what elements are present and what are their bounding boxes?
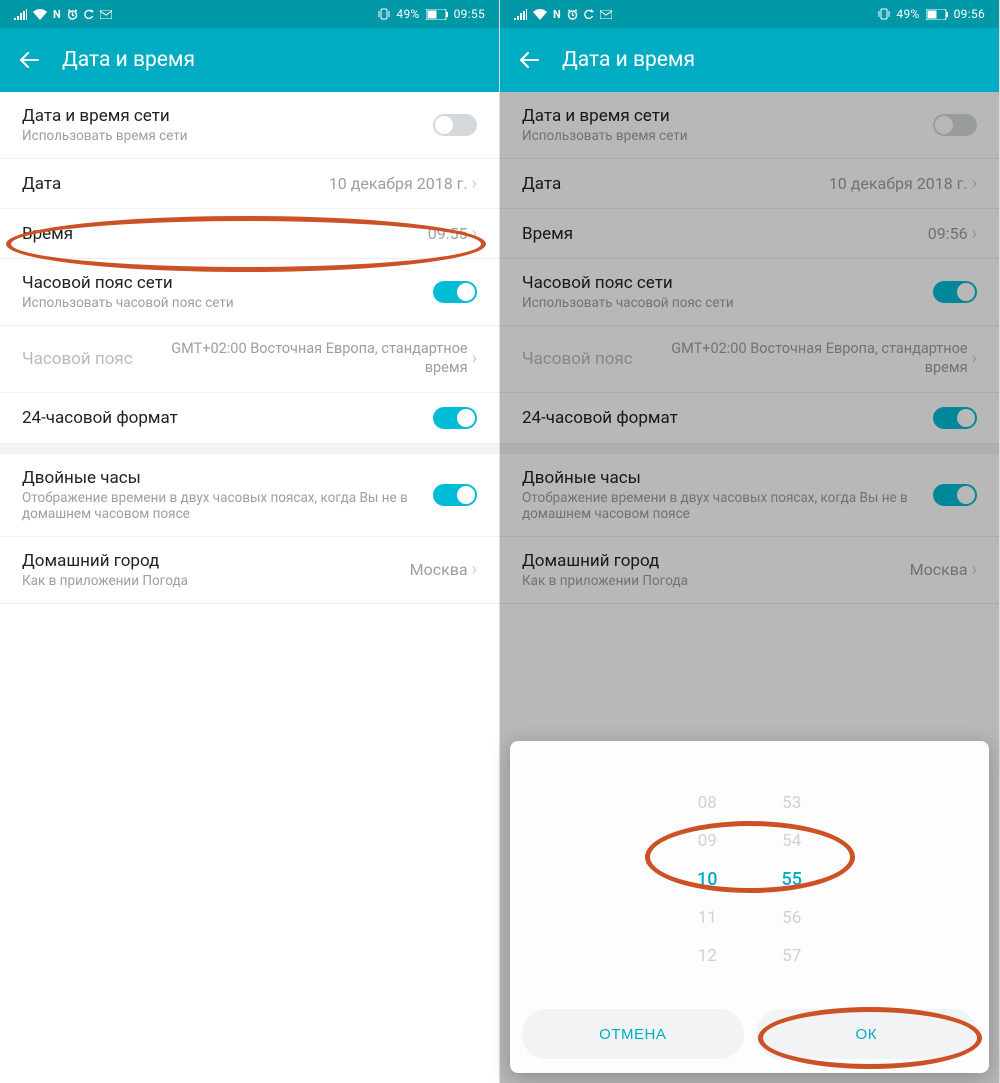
row-value: 09:55 [428,224,468,243]
signal-icon [514,9,527,20]
app-header: Дата и время [0,28,499,92]
minute-option[interactable]: 53 [782,793,801,813]
row-date[interactable]: Дата 10 декабря 2018 г. › [0,159,499,209]
row-title: Часовой пояс сети [22,273,433,293]
app-header: Дата и время [500,28,999,92]
status-bar: N 49% 09:56 [500,0,999,28]
minute-option[interactable]: 57 [782,946,801,966]
chevron-right-icon: › [472,559,477,580]
battery-percent: 49% [896,7,919,21]
wifi-icon [33,9,47,20]
row-title: Дата и время сети [22,106,433,126]
status-time: 09:56 [954,7,985,21]
settings-list: Дата и время сети Использовать время сет… [0,92,499,1083]
time-picker-sheet: 08 09 10 11 12 53 54 55 56 57 ОТМЕНА ОК [510,741,989,1073]
minute-option[interactable]: 54 [782,831,801,851]
hour-option[interactable]: 12 [698,946,717,966]
mail-icon [600,10,612,19]
row-timezone: Часовой пояс GMT+02:00 Восточная Европа,… [0,326,499,393]
minute-wheel[interactable]: 53 54 55 56 57 [782,759,802,999]
row-home-city[interactable]: Домашний город Как в приложении Погода М… [0,537,499,604]
hour-wheel[interactable]: 08 09 10 11 12 [697,759,717,999]
row-network-time[interactable]: Дата и время сети Использовать время сет… [0,92,499,159]
page-title: Дата и время [562,48,695,72]
vibrate-icon [878,8,890,20]
alarm-icon [567,9,578,20]
toggle-network-time[interactable] [433,114,477,136]
hour-option[interactable]: 09 [698,831,717,851]
row-title: Дата [22,174,329,194]
row-title: 24-часовой формат [22,408,433,428]
row-tz-network[interactable]: Часовой пояс сети Использовать часовой п… [0,259,499,326]
row-sub: Использовать время сети [22,128,433,144]
battery-icon [926,9,948,20]
row-title: Домашний город [22,551,410,571]
row-value: GMT+02:00 Восточная Европа, стандартное … [168,340,468,378]
signal-icon [14,9,27,20]
row-sub: Как в приложении Погода [22,573,410,589]
chevron-right-icon: › [472,173,477,194]
battery-percent: 49% [396,7,419,21]
time-picker-wheels[interactable]: 08 09 10 11 12 53 54 55 56 57 [510,759,989,999]
row-sub: Использовать часовой пояс сети [22,295,433,311]
row-value: 10 декабря 2018 г. [329,174,468,193]
minute-selected[interactable]: 55 [782,869,802,890]
mail-icon [100,10,112,19]
alarm-icon [67,9,78,20]
row-title: Часовой пояс [22,349,168,369]
hour-option[interactable]: 11 [698,908,717,928]
status-bar: N 49% 09:55 [0,0,499,28]
back-icon[interactable] [18,49,40,71]
row-title: Время [22,224,428,244]
toggle-tz-network[interactable] [433,281,477,303]
toggle-24h[interactable] [433,407,477,429]
nfc-icon: N [53,8,61,21]
screenshot-left: N 49% 09:55 Дата и время Дата и время се… [0,0,500,1083]
row-dual-clock[interactable]: Двойные часы Отображение времени в двух … [0,444,499,537]
chevron-right-icon: › [472,223,477,244]
battery-icon [426,9,448,20]
screenshot-right: N 49% 09:56 Дата и время Дата и время се… [500,0,1000,1083]
row-sub: Отображение времени в двух часовых пояса… [22,490,433,522]
row-value: Москва [410,560,468,579]
sync-icon [584,9,594,20]
nfc-icon: N [553,8,561,21]
hour-option[interactable]: 08 [698,793,717,813]
row-title: Двойные часы [22,468,433,488]
sync-icon [84,9,94,20]
page-title: Дата и время [62,48,195,72]
toggle-dual-clock[interactable] [433,484,477,506]
status-time: 09:55 [454,7,485,21]
row-24h[interactable]: 24-часовой формат [0,393,499,444]
vibrate-icon [378,8,390,20]
cancel-button[interactable]: ОТМЕНА [522,1009,744,1059]
hour-selected[interactable]: 10 [697,869,717,890]
row-time[interactable]: Время 09:55 › [0,209,499,259]
minute-option[interactable]: 56 [782,908,801,928]
back-icon[interactable] [518,49,540,71]
ok-button[interactable]: ОК [756,1009,978,1059]
wifi-icon [533,9,547,20]
chevron-right-icon: › [472,348,477,369]
